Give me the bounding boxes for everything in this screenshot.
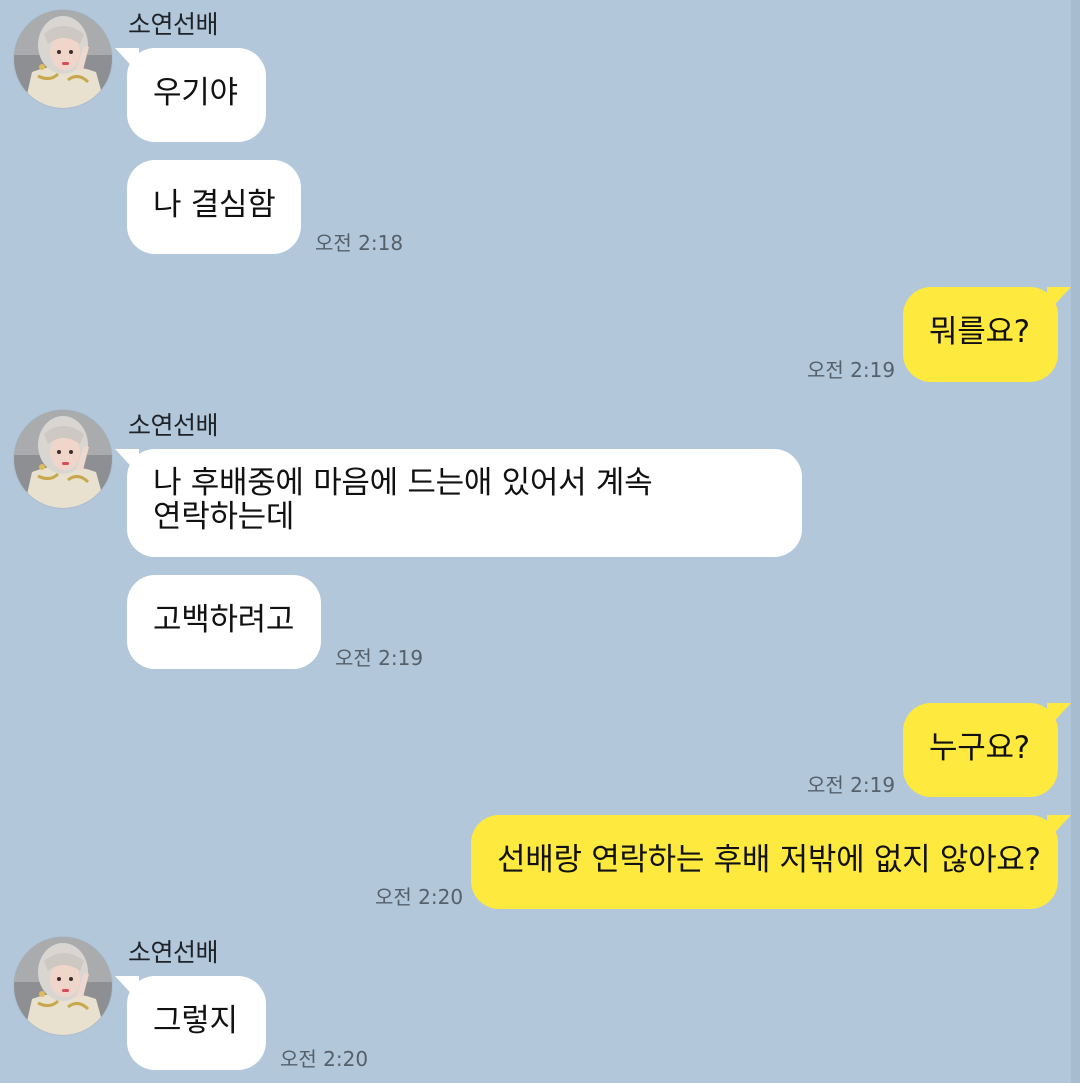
bubble-tail-icon (115, 976, 139, 1002)
message-text: 누구요? (929, 730, 1030, 766)
message-text: 그렇지 (153, 1003, 238, 1039)
message-bubble[interactable]: 나 후배중에 마음에 드는애 있어서 계속 연락하는데 (115, 449, 802, 557)
message-bubble[interactable]: 그렇지 (115, 976, 266, 1070)
bubble-tail-icon (115, 48, 139, 74)
message-bubble[interactable]: 누구요? (903, 703, 1071, 797)
bubble-tail-icon (1047, 703, 1071, 729)
sender-name: 소연선배 (128, 411, 219, 440)
message-text: 고백하려고 (153, 602, 295, 638)
avatar[interactable] (14, 410, 112, 508)
message-text: 우기야 (153, 75, 238, 111)
scrollbar[interactable] (1071, 0, 1080, 1083)
timestamp: 오전 2:19 (807, 358, 896, 382)
timestamp: 오전 2:19 (335, 646, 424, 670)
timestamp: 오전 2:18 (315, 231, 404, 255)
message-bubble[interactable]: 뭐를요? (903, 287, 1071, 382)
avatar[interactable] (14, 10, 112, 108)
message-bubble[interactable]: 선배랑 연락하는 후배 저밖에 없지 않아요? (471, 815, 1071, 909)
avatar[interactable] (14, 937, 112, 1035)
sender-name: 소연선배 (128, 938, 219, 967)
sender-name: 소연선배 (128, 10, 219, 39)
timestamp: 오전 2:20 (375, 885, 464, 909)
message-bubble[interactable]: 나 결심함 (127, 160, 301, 254)
message-text: 뭐를요? (929, 314, 1030, 350)
timestamp: 오전 2:20 (280, 1047, 369, 1071)
timestamp: 오전 2:19 (807, 773, 896, 797)
message-text: 나 결심함 (153, 187, 276, 223)
bubble-tail-icon (1047, 287, 1071, 313)
message-text: 선배랑 연락하는 후배 저밖에 없지 않아요? (497, 842, 1041, 878)
message-bubble[interactable]: 우기야 (115, 48, 266, 142)
message-text: 나 후배중에 마음에 드는애 있어서 계속 연락하는데 (153, 465, 653, 535)
bubble-tail-icon (1047, 815, 1071, 841)
bubble-tail-icon (115, 449, 139, 475)
message-bubble[interactable]: 고백하려고 (127, 575, 321, 669)
